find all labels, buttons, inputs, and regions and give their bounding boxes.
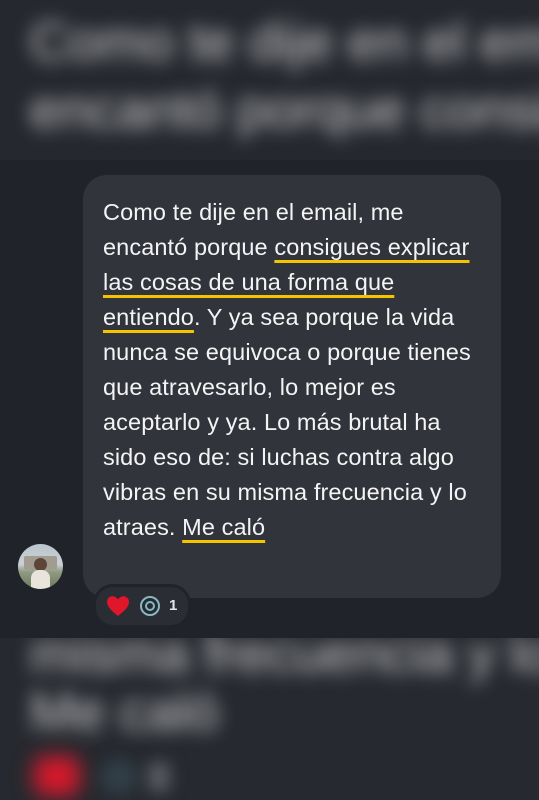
blurred-ring-icon xyxy=(100,760,138,794)
blurred-text-line: Como te dije en el email xyxy=(30,12,539,72)
blurred-count xyxy=(148,762,170,792)
blurred-background-top: Como te dije en el email encantó porque … xyxy=(0,0,539,160)
reaction-count: 1 xyxy=(169,597,178,614)
blurred-text-line: Me caló xyxy=(30,682,220,742)
blurred-background-bottom: misma frecuencia y lo atr Me caló xyxy=(0,638,539,800)
message-highlight-underline: Me caló xyxy=(182,514,266,540)
message-bubble[interactable]: Como te dije en el email, me encantó por… xyxy=(83,175,501,598)
message-panel: Como te dije en el email, me encantó por… xyxy=(0,160,539,638)
reactions-pill[interactable]: 1 xyxy=(93,584,191,628)
red-heart-icon xyxy=(107,596,129,616)
avatar[interactable] xyxy=(18,544,63,589)
message-segment: . Y ya sea porque la vida nunca se equiv… xyxy=(103,304,471,540)
message-text: Como te dije en el email, me encantó por… xyxy=(103,195,483,545)
blurred-heart-icon xyxy=(34,756,80,796)
blurred-text-line: encantó porque consig xyxy=(30,80,539,140)
concentric-ring-icon xyxy=(140,596,160,616)
